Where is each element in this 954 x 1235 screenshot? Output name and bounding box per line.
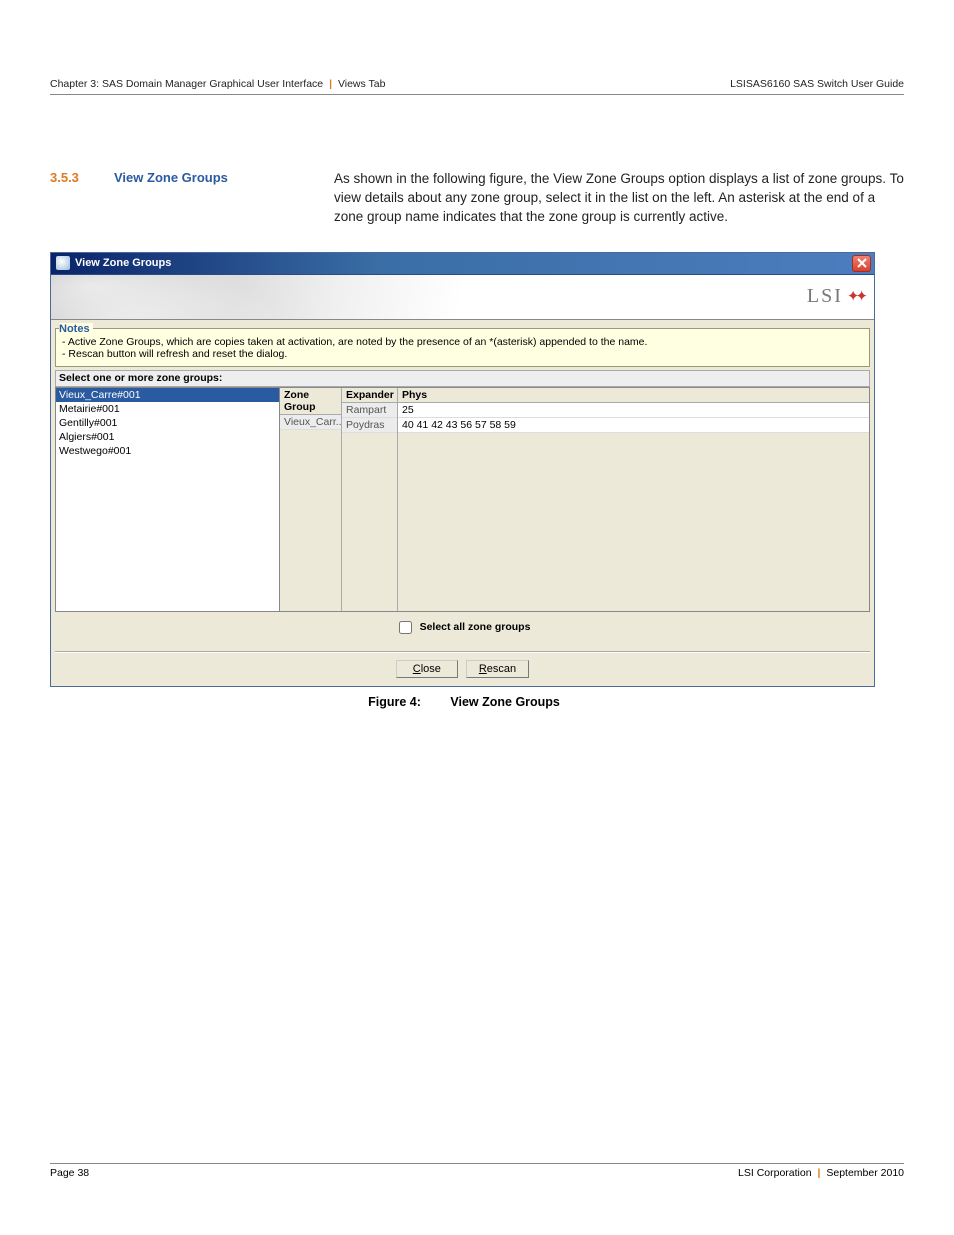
notes-line: - Rescan button will refresh and reset t… [62, 348, 863, 360]
page-footer: Page 38 LSI Corporation | September 2010 [50, 1167, 904, 1179]
col-header-phys[interactable]: Phys [398, 388, 869, 403]
notes-box: Notes - Active Zone Groups, which are co… [55, 328, 870, 367]
header-divider [50, 94, 904, 95]
zone-details-grid: Zone Group Vieux_Carr... Expander Rampar… [280, 387, 870, 612]
logo-burst-icon: ✦✦ [847, 287, 864, 306]
close-icon[interactable] [852, 255, 871, 272]
select-header: Select one or more zone groups: [55, 370, 870, 387]
grid-cell: 40 41 42 43 56 57 58 59 [398, 418, 869, 433]
breadcrumb-chapter: Chapter 3: SAS Domain Manager Graphical … [50, 78, 323, 90]
grid-cell: Rampart [342, 403, 397, 418]
notes-line: - Active Zone Groups, which are copies t… [62, 336, 863, 348]
footer-date: September 2010 [826, 1167, 904, 1179]
grid-cell: Poydras [342, 418, 397, 433]
lsi-logo: LSI ✦✦ [807, 285, 864, 308]
dialog-banner: LSI ✦✦ [51, 275, 874, 320]
dialog-titlebar[interactable]: View Zone Groups [51, 253, 874, 275]
figure-title: View Zone Groups [450, 695, 560, 709]
doc-title: LSISAS6160 SAS Switch User Guide [730, 78, 904, 90]
grid-cell: 25 [398, 403, 869, 418]
select-all-label: Select all zone groups [420, 621, 531, 633]
breadcrumb-separator: | [329, 78, 332, 90]
section-body: As shown in the following figure, the Vi… [334, 170, 904, 227]
page-header: Chapter 3: SAS Domain Manager Graphical … [50, 78, 904, 90]
grid-cell: Vieux_Carr... [280, 415, 341, 430]
figure-label: Figure 4: [368, 695, 421, 709]
view-zone-groups-dialog: View Zone Groups LSI ✦✦ Notes - Active Z… [50, 252, 875, 687]
footer-separator: | [817, 1167, 820, 1179]
list-item[interactable]: Metairie#001 [56, 402, 279, 416]
list-item[interactable]: Westwego#001 [56, 444, 279, 458]
close-button[interactable]: Close [396, 660, 458, 678]
zone-group-list[interactable]: Vieux_Carre#001 Metairie#001 Gentilly#00… [55, 387, 280, 612]
col-header-expander[interactable]: Expander [342, 388, 397, 403]
list-item[interactable]: Vieux_Carre#001 [56, 388, 279, 402]
figure-caption: Figure 4: View Zone Groups [50, 695, 904, 709]
col-header-zone-group[interactable]: Zone Group [280, 388, 341, 415]
app-icon [56, 256, 70, 270]
footer-corp: LSI Corporation [738, 1167, 812, 1179]
section-title: View Zone Groups [114, 170, 314, 227]
footer-divider [50, 1163, 904, 1164]
section-number: 3.5.3 [50, 170, 94, 227]
list-item[interactable]: Gentilly#001 [56, 416, 279, 430]
page-number: Page 38 [50, 1167, 89, 1179]
breadcrumb-tail: Views Tab [338, 78, 385, 90]
dialog-title: View Zone Groups [75, 257, 171, 269]
notes-heading: Notes [59, 323, 93, 335]
rescan-button[interactable]: Rescan [466, 660, 529, 678]
select-all-checkbox[interactable] [399, 621, 412, 634]
list-item[interactable]: Algiers#001 [56, 430, 279, 444]
